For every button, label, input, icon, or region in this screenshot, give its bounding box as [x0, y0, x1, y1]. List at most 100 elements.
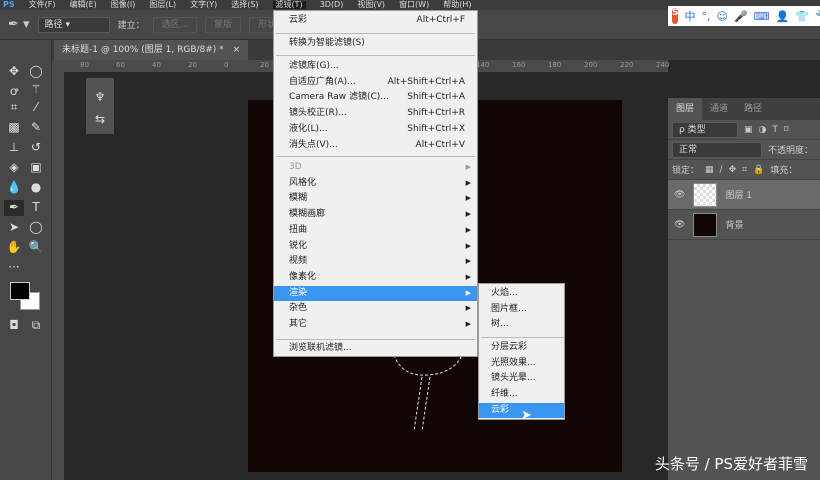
user-icon[interactable]: 👤	[776, 10, 790, 23]
submenu-item[interactable]: 纤维...	[479, 387, 564, 402]
submenu-item[interactable]: 树...	[479, 317, 564, 332]
menu-item-submenu[interactable]: 模糊画廊 ▶	[274, 207, 477, 222]
mode-select[interactable]: 路径 ▾	[37, 16, 110, 33]
visibility-eye-icon[interactable]: 👁	[674, 190, 685, 200]
history-brush-icon[interactable]: ↺	[26, 140, 46, 156]
layer-row[interactable]: 👁 背景	[668, 210, 820, 240]
menu-item-submenu[interactable]: 视频 ▶	[274, 254, 477, 269]
emoji-icon[interactable]: ☺	[716, 10, 727, 23]
submenu-item[interactable]: 火焰...	[479, 286, 564, 301]
menu-item-submenu[interactable]: 风格化 ▶	[274, 176, 477, 191]
lock-paint-icon[interactable]: /	[720, 165, 723, 175]
layer-row[interactable]: 👁 图层 1	[668, 180, 820, 210]
menu-item-submenu[interactable]: 扭曲 ▶	[274, 223, 477, 238]
adjust-filter-icon[interactable]: ◑	[759, 125, 767, 135]
menu-item[interactable]: 滤镜库(G)...	[274, 59, 477, 74]
menu-item[interactable]: 液化(L)... Shift+Ctrl+X	[274, 122, 477, 137]
eyedropper-icon[interactable]: ⁄	[26, 100, 46, 116]
dodge-tool-icon[interactable]: ●	[26, 180, 46, 196]
submenu-item[interactable]: 镜头光晕...	[479, 371, 564, 386]
crop-tool-icon[interactable]: ⌗	[4, 100, 24, 116]
menu-3d[interactable]: 3D(D)	[320, 1, 344, 9]
lock-pixels-icon[interactable]: ▦	[705, 165, 714, 175]
layer-filter-select[interactable]: ρ 类型	[672, 121, 738, 138]
menu-item[interactable]: 镜头校正(R)... Shift+Ctrl+R	[274, 106, 477, 121]
shape-filter-icon[interactable]: ⌑	[784, 125, 789, 135]
document-tab[interactable]: 未标题-1 @ 100% (图层 1, RGB/8#) * ×	[54, 40, 249, 60]
ime-punct[interactable]: °,	[701, 10, 710, 23]
menu-item-browse-online[interactable]: 浏览联机滤镜...	[274, 341, 477, 356]
brush-presets-icon[interactable]: ♆	[90, 90, 110, 106]
visibility-eye-icon[interactable]: 👁	[674, 220, 685, 230]
more-tools-icon[interactable]: ···	[4, 260, 24, 276]
menu-view[interactable]: 视图(V)	[357, 1, 385, 9]
menu-select[interactable]: 选择(S)	[231, 1, 258, 9]
mask-button[interactable]: 蒙版	[205, 16, 242, 33]
menu-item[interactable]: 消失点(V)... Alt+Ctrl+V	[274, 138, 477, 153]
menu-item[interactable]: Camera Raw 滤镜(C)... Shift+Ctrl+A	[274, 90, 477, 105]
tab-paths[interactable]: 路径	[736, 98, 770, 120]
eraser-tool-icon[interactable]: ◈	[4, 160, 24, 176]
tab-layers[interactable]: 图层	[668, 98, 703, 120]
path-select-icon[interactable]: ➤	[4, 220, 24, 236]
menu-type[interactable]: 文字(Y)	[190, 1, 217, 9]
tools-icon[interactable]: 🔧	[815, 10, 820, 23]
menu-item-last-filter[interactable]: 云彩 Alt+Ctrl+F	[274, 13, 477, 28]
brush-tool-icon[interactable]: ✎	[26, 120, 46, 136]
blend-mode-select[interactable]: 正常	[672, 141, 762, 158]
menu-edit[interactable]: 编辑(E)	[69, 1, 96, 9]
gradient-tool-icon[interactable]: ▣	[26, 160, 46, 176]
menu-item-submenu[interactable]: 杂色 ▶	[274, 301, 477, 316]
pen-tool-icon[interactable]: ✒	[4, 200, 24, 216]
image-filter-icon[interactable]: ▣	[744, 125, 753, 135]
screen-mode-icon[interactable]: ⧉	[26, 318, 46, 334]
menu-item[interactable]: 自适应广角(A)... Alt+Shift+Ctrl+A	[274, 75, 477, 90]
lock-artboard-icon[interactable]: ⌗	[742, 165, 747, 175]
zoom-tool-icon[interactable]: 🔍	[26, 240, 46, 256]
magic-wand-icon[interactable]: ⚚	[26, 82, 46, 98]
menu-item-submenu[interactable]: 像素化 ▶	[274, 270, 477, 285]
quick-mask-icon[interactable]: ◘	[4, 318, 24, 334]
marquee-tool-icon[interactable]: ◯	[26, 64, 46, 80]
submenu-item[interactable]: 分层云彩	[479, 340, 564, 355]
menu-image[interactable]: 图像(I)	[111, 1, 136, 9]
submenu-item[interactable]: 光照效果...	[479, 356, 564, 371]
move-tool-icon[interactable]: ✥	[4, 64, 24, 80]
keyboard-icon[interactable]: ⌨	[754, 10, 770, 23]
lock-all-icon[interactable]: 🔒	[753, 165, 764, 175]
blur-tool-icon[interactable]: 💧	[4, 180, 24, 196]
menu-help[interactable]: 帮助(H)	[443, 1, 471, 9]
menu-item-submenu[interactable]: 3D ▶	[274, 160, 477, 175]
mic-icon[interactable]: 🎤	[734, 10, 748, 23]
watermark: 头条号 / PS爱好者菲雪	[654, 455, 808, 473]
menu-file[interactable]: 文件(F)	[29, 1, 56, 9]
menu-window[interactable]: 窗口(W)	[399, 1, 429, 9]
close-tab-icon[interactable]: ×	[233, 45, 241, 55]
tab-channels[interactable]: 通道	[702, 98, 736, 120]
hand-tool-icon[interactable]: ✋	[4, 240, 24, 256]
ime-chinese[interactable]: 中	[684, 8, 695, 24]
menu-item-submenu[interactable]: 其它 ▶	[274, 317, 477, 332]
layer-thumbnail	[693, 182, 718, 207]
pen-tool-icon[interactable]: ✒ ▾	[8, 17, 30, 32]
stamp-tool-icon[interactable]: ⊥	[4, 140, 24, 156]
layer-name: 图层 1	[725, 191, 753, 201]
menu-item-submenu[interactable]: 模糊 ▶	[274, 191, 477, 206]
menu-filter[interactable]: 滤镜(T)	[272, 1, 306, 9]
healing-brush-icon[interactable]: ▩	[4, 120, 24, 136]
brush-settings-icon[interactable]: ⇆	[90, 112, 110, 128]
menu-item-submenu[interactable]: 锐化 ▶	[274, 239, 477, 254]
menu-item-submenu[interactable]: 渲染 ▶	[274, 285, 477, 301]
lock-position-icon[interactable]: ✥	[729, 165, 737, 175]
submenu-item[interactable]: 图片框...	[479, 302, 564, 317]
lasso-tool-icon[interactable]: ꝍ	[4, 82, 24, 98]
menu-item-label: 云彩	[491, 404, 510, 415]
type-filter-icon[interactable]: T	[772, 125, 778, 135]
skin-icon[interactable]: 👕	[795, 10, 809, 23]
type-tool-icon[interactable]: T	[26, 200, 46, 216]
selection-button[interactable]: 选区...	[152, 16, 198, 33]
foreground-color-swatch[interactable]	[10, 282, 30, 300]
ellipse-tool-icon[interactable]: ◯	[26, 220, 46, 236]
menu-item-convert-smart[interactable]: 转换为智能滤镜(S)	[274, 36, 477, 51]
menu-layer[interactable]: 图层(L)	[149, 1, 176, 9]
